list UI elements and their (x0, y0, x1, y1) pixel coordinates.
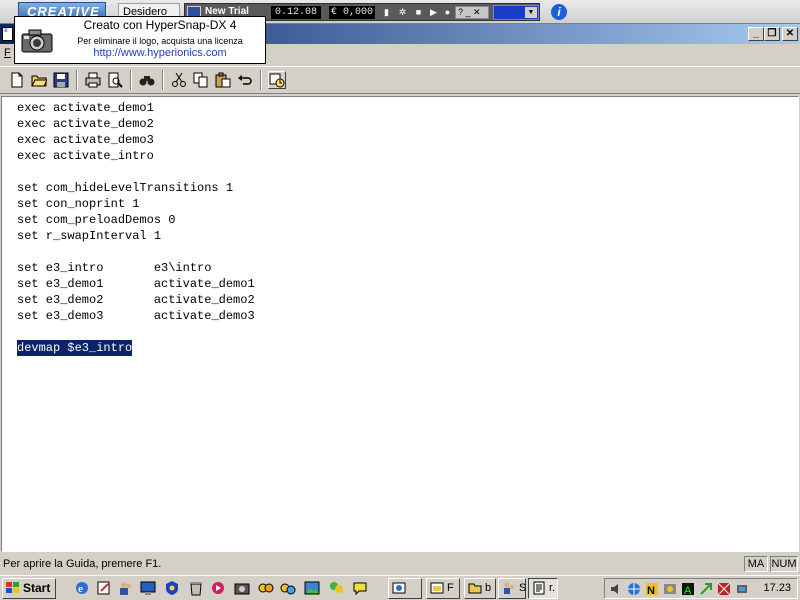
code-line: set con_noprint 1 (17, 197, 140, 211)
stop-icon[interactable]: ■ (413, 7, 424, 18)
settings-icon[interactable]: ✲ (397, 7, 408, 18)
svg-text:e: e (78, 583, 83, 595)
code-line: set e3_demo3 activate_demo3 (17, 309, 255, 323)
media-dropdown[interactable]: ▼ (493, 5, 539, 20)
task-label: r. (549, 582, 556, 594)
task-button[interactable]: F (426, 578, 460, 599)
toolbar (0, 66, 800, 94)
notepad-edit-icon[interactable] (96, 580, 112, 596)
help-icon[interactable]: i (551, 4, 567, 20)
svg-text:N: N (647, 585, 655, 596)
save-icon[interactable] (52, 71, 70, 89)
toolbar-separator (76, 70, 78, 90)
print-icon[interactable] (84, 71, 102, 89)
camera-icon[interactable] (234, 580, 250, 596)
minimize-button[interactable]: _ (748, 27, 764, 41)
windows-flag-icon (6, 582, 19, 593)
folder-window-icon (430, 582, 444, 594)
credit-display: € 0,000 (329, 6, 375, 19)
toolbar-separator (162, 70, 164, 90)
close-button[interactable]: ✕ (782, 27, 798, 41)
recycle-bin-icon[interactable] (188, 580, 204, 596)
notepad-icon (533, 581, 545, 595)
norton-icon[interactable]: N (645, 582, 659, 596)
network-globe-icon[interactable] (627, 582, 641, 596)
task-label: b (485, 582, 492, 594)
menu-file[interactable]: F (4, 47, 11, 59)
svg-text:A: A (684, 585, 692, 596)
paste-icon[interactable] (214, 71, 232, 89)
system-tray: N A 17.23 (604, 578, 798, 599)
record-icon[interactable]: ● (442, 7, 453, 18)
document-icon[interactable]: ≡ (2, 27, 13, 41)
image-viewer-icon[interactable] (304, 580, 320, 596)
yellow-tool-icon[interactable] (258, 580, 274, 596)
code-line: set e3_demo2 activate_demo2 (17, 293, 255, 307)
taskbar: Start e F b S r. N A 17.23 (0, 575, 800, 600)
media-player-icon[interactable] (210, 580, 226, 596)
watermark-url[interactable]: http://www.hyperionics.com (55, 47, 265, 59)
start-label: Start (23, 581, 51, 595)
status-bar: Per aprire la Guida, premere F1. MA NUM (0, 555, 800, 573)
code-line: exec activate_intro (17, 149, 154, 163)
people-icon (504, 582, 514, 594)
code-line: set com_hideLevelTransitions 1 (17, 181, 234, 195)
task-button-active[interactable]: r. (528, 578, 558, 599)
code-line: exec activate_demo3 (17, 133, 154, 147)
task-label: S (519, 582, 527, 594)
volume-icon[interactable] (609, 582, 623, 596)
task-button[interactable]: b (464, 578, 496, 599)
green-arrow-icon[interactable] (699, 582, 713, 596)
selected-code-line: devmap $e3_intro (17, 340, 133, 356)
restore-button[interactable]: ❐ (764, 27, 780, 41)
code-line: set e3_intro e3\intro (17, 261, 212, 275)
status-text: Per aprire la Guida, premere F1. (3, 558, 162, 570)
toolbar-separator (260, 70, 262, 90)
insert-datetime-icon[interactable] (268, 71, 286, 89)
timer-display: 0.12.08 (271, 6, 321, 19)
clock: 17.23 (763, 582, 791, 594)
num-indicator: NUM (770, 556, 798, 572)
find-icon[interactable] (138, 71, 156, 89)
text-editor[interactable]: exec activate_demo1 exec activate_demo2 … (1, 96, 799, 552)
code-line: exec activate_demo1 (17, 101, 154, 115)
camera-icon (21, 29, 53, 53)
internet-explorer-icon[interactable]: e (74, 580, 90, 596)
equalizer-icon[interactable]: ▮ (381, 7, 392, 18)
code-line: set e3_demo1 activate_demo1 (17, 277, 255, 291)
code-line: set com_preloadDemos 0 (17, 213, 176, 227)
task-button[interactable]: S (498, 578, 526, 599)
start-button[interactable]: Start (2, 578, 56, 599)
chat-icon[interactable] (352, 580, 368, 596)
font-a-icon[interactable]: A (681, 582, 695, 596)
yellow-tool-icon[interactable] (280, 580, 296, 596)
caps-indicator: MA (744, 556, 768, 572)
play-icon[interactable]: ▶ (428, 7, 439, 18)
msn-messenger-icon[interactable] (328, 580, 344, 596)
red-pattern-icon[interactable] (717, 582, 731, 596)
explorer-icon (392, 582, 406, 594)
open-icon[interactable] (30, 71, 48, 89)
toolbar-separator (130, 70, 132, 90)
folder-icon (468, 583, 482, 594)
media-mini-controls[interactable]: ? _ ✕ (455, 6, 489, 19)
new-icon[interactable] (8, 71, 26, 89)
undo-icon[interactable] (236, 71, 254, 89)
tray-app-icon[interactable] (663, 582, 677, 596)
cut-icon[interactable] (170, 71, 188, 89)
desktop-icon[interactable] (140, 580, 156, 596)
hardware-icon[interactable] (735, 582, 749, 596)
copy-icon[interactable] (192, 71, 210, 89)
task-label: F (447, 582, 454, 594)
watermark-title: Creato con HyperSnap-DX 4 (83, 18, 237, 32)
shield-icon[interactable] (164, 580, 180, 596)
print-preview-icon[interactable] (106, 71, 124, 89)
code-line: exec activate_demo2 (17, 117, 154, 131)
hypersnap-watermark: Creato con HyperSnap-DX 4 Per eliminare … (14, 16, 266, 64)
chevron-down-icon[interactable]: ▼ (525, 7, 537, 18)
code-line: set r_swapInterval 1 (17, 229, 162, 243)
people-icon[interactable] (118, 580, 134, 596)
task-button[interactable] (388, 578, 422, 599)
watermark-license-note: Per eliminare il logo, acquista una lice… (77, 36, 243, 46)
